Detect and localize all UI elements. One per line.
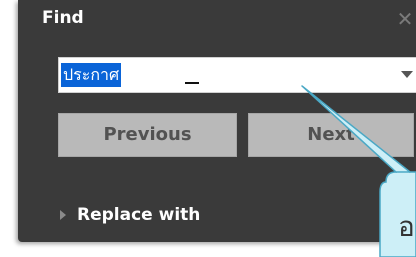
replace-with-label: Replace with — [77, 205, 201, 225]
chevron-down-icon[interactable] — [401, 71, 413, 78]
find-panel: Find ✕ ประกาศ Previous Next Replace with — [18, 0, 416, 242]
search-combo[interactable]: ประกาศ — [58, 57, 416, 93]
close-icon[interactable]: ✕ — [394, 8, 416, 30]
triangle-right-icon — [60, 210, 66, 220]
stage: Find ✕ ประกาศ Previous Next Replace with… — [0, 0, 416, 257]
text-caret — [185, 82, 199, 84]
previous-button[interactable]: Previous — [58, 113, 237, 157]
find-title: Find — [42, 8, 84, 28]
next-button[interactable]: Next — [248, 113, 414, 157]
replace-with-toggle[interactable]: Replace with — [60, 202, 200, 228]
search-input[interactable]: ประกาศ — [61, 63, 122, 87]
callout-text: อ — [398, 210, 415, 243]
